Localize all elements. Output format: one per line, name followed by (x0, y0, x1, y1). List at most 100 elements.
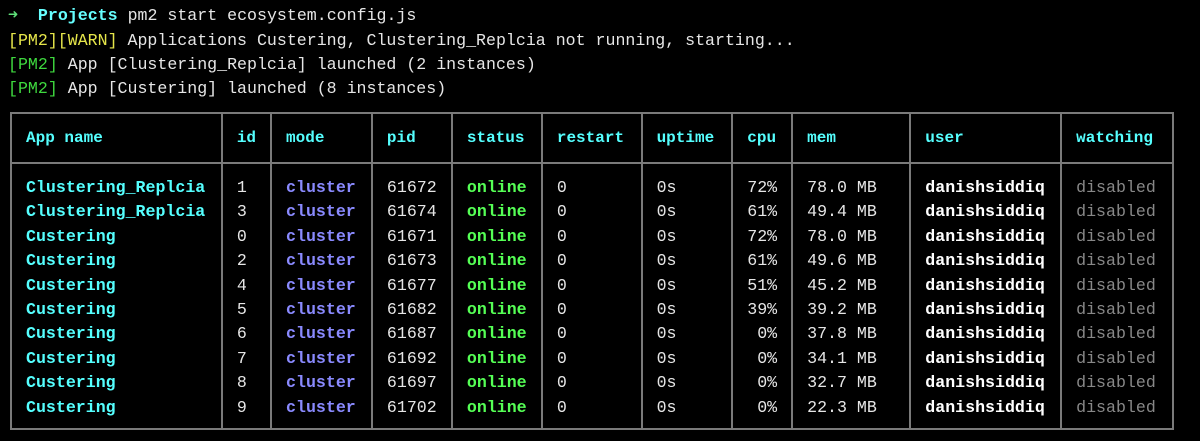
cell-cpu: 51% (731, 273, 794, 299)
cell-app-name: Custering (10, 395, 223, 430)
pm2-tag: [PM2] (8, 79, 58, 98)
output-launch-line: [PM2] App [Custering] launched (8 instan… (8, 77, 446, 101)
cell-restart: 0 (540, 298, 643, 323)
cell-id: 3 (220, 200, 273, 225)
cell-pid: 61677 (370, 273, 453, 299)
cell-pid: 61702 (370, 395, 453, 430)
cell-id: 2 (220, 249, 273, 274)
launch-text: App [Custering] launched (8 instances) (57, 79, 447, 98)
cell-cpu: 61% (731, 200, 794, 225)
cell-user: danishsiddiq (909, 371, 1063, 396)
column-header-app-name: App name (10, 113, 223, 164)
cell-pid: 61672 (370, 163, 453, 201)
cell-cpu: 0% (731, 371, 794, 396)
table-row: Custering 0 cluster 61671 online 0 0s 72% 78.0 M… (10, 224, 1174, 250)
cell-restart: 0 (540, 395, 643, 430)
cell-watching: disabled (1060, 371, 1174, 396)
cell-mode: cluster (270, 163, 373, 201)
cell-mode: cluster (270, 346, 373, 372)
output-warn-line: [PM2][WARN] Applications Custering, Clus… (8, 29, 795, 53)
cell-status: online (450, 249, 543, 274)
cell-pid: 61687 (370, 322, 453, 347)
cell-cpu: 39% (731, 298, 794, 323)
cell-watching: disabled (1060, 224, 1174, 250)
cell-status: online (450, 200, 543, 225)
table-row: Custering 5 cluster 61682 online 0 0s 39% 39.2 M… (10, 298, 1174, 323)
cell-status: online (450, 298, 543, 323)
column-header-pid: pid (370, 113, 453, 164)
column-header-uptime: uptime (640, 113, 734, 164)
cell-uptime: 0s (640, 395, 734, 430)
cell-mem: 78.0 MB (791, 163, 912, 201)
cell-app-name: Clustering_Replcia (10, 163, 223, 201)
cell-mem: 39.2 MB (791, 298, 912, 323)
cell-status: online (450, 273, 543, 299)
launch-text: App [Clustering_Replcia] launched (2 ins… (57, 55, 536, 74)
cell-id: 6 (220, 322, 273, 347)
cell-app-name: Custering (10, 298, 223, 323)
cell-app-name: Custering (10, 224, 223, 250)
cell-status: online (450, 346, 543, 372)
cell-mem: 32.7 MB (791, 371, 912, 396)
cell-mode: cluster (270, 273, 373, 299)
cell-mode: cluster (270, 224, 373, 250)
cell-cpu: 0% (731, 346, 794, 372)
pm2-tag: [PM2] (8, 55, 58, 74)
cell-uptime: 0s (640, 249, 734, 274)
table-row: Custering 7 cluster 61692 online 0 0s 0% 34.1 MB… (10, 346, 1174, 372)
cell-mode: cluster (270, 249, 373, 274)
cell-user: danishsiddiq (909, 163, 1063, 201)
cell-id: 1 (220, 163, 273, 201)
cell-restart: 0 (540, 200, 643, 225)
cell-mem: 49.6 MB (791, 249, 912, 274)
cell-restart: 0 (540, 163, 643, 201)
table-row: Custering 6 cluster 61687 online 0 0s 0% 37.8 MB… (10, 322, 1174, 347)
cell-mode: cluster (270, 322, 373, 347)
cell-status: online (450, 163, 543, 201)
cell-user: danishsiddiq (909, 200, 1063, 225)
cell-mem: 22.3 MB (791, 395, 912, 430)
table-row: Custering 9 cluster 61702 online 0 0s 0% 22.3 MB… (10, 395, 1174, 430)
table-row: Clustering_Replcia 3 cluster 61674 online 0 0s… (10, 200, 1174, 225)
cell-watching: disabled (1060, 200, 1174, 225)
cell-watching: disabled (1060, 163, 1174, 201)
cell-mem: 78.0 MB (791, 224, 912, 250)
cell-watching: disabled (1060, 298, 1174, 323)
cell-restart: 0 (540, 371, 643, 396)
prompt-line: ➜ Projects pm2 start ecosystem.config.js (8, 4, 416, 28)
column-header-watching: watching (1060, 113, 1174, 164)
cell-status: online (450, 395, 543, 430)
cell-user: danishsiddiq (909, 224, 1063, 250)
cell-restart: 0 (540, 224, 643, 250)
cell-mode: cluster (270, 371, 373, 396)
cell-pid: 61674 (370, 200, 453, 225)
column-header-mode: mode (270, 113, 373, 164)
cell-uptime: 0s (640, 346, 734, 372)
cell-restart: 0 (540, 249, 643, 274)
cell-uptime: 0s (640, 298, 734, 323)
cell-pid: 61682 (370, 298, 453, 323)
cell-app-name: Custering (10, 249, 223, 274)
warn-text: Applications Custering, Clustering_Replc… (117, 31, 795, 50)
cell-mode: cluster (270, 200, 373, 225)
cell-watching: disabled (1060, 346, 1174, 372)
table-row: Custering 2 cluster 61673 online 0 0s 61% 49.6 M… (10, 249, 1174, 274)
cell-user: danishsiddiq (909, 322, 1063, 347)
cell-mode: cluster (270, 298, 373, 323)
cell-uptime: 0s (640, 163, 734, 201)
cell-user: danishsiddiq (909, 298, 1063, 323)
cell-cpu: 72% (731, 163, 794, 201)
column-header-mem: mem (791, 113, 912, 164)
cell-user: danishsiddiq (909, 395, 1063, 430)
cell-status: online (450, 371, 543, 396)
cell-watching: disabled (1060, 273, 1174, 299)
cell-mem: 45.2 MB (791, 273, 912, 299)
cell-watching: disabled (1060, 395, 1174, 430)
cell-watching: disabled (1060, 249, 1174, 274)
warn-tag: [PM2][WARN] (8, 31, 118, 50)
cell-id: 7 (220, 346, 273, 372)
cell-user: danishsiddiq (909, 273, 1063, 299)
cell-uptime: 0s (640, 322, 734, 347)
cell-watching: disabled (1060, 322, 1174, 347)
column-header-cpu: cpu (731, 113, 794, 164)
